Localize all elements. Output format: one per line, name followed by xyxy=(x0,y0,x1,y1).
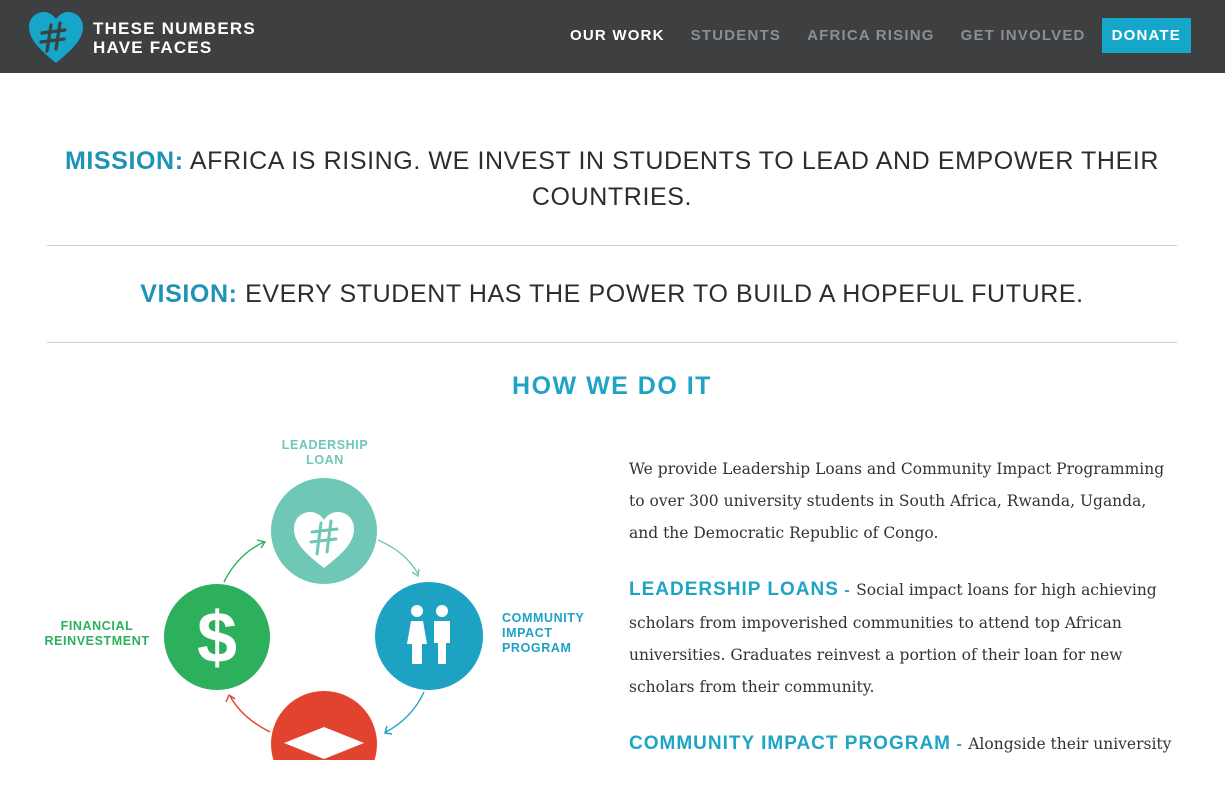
graduation-cap-circle-icon xyxy=(271,691,377,760)
vision-text: EVERY STUDENT HAS THE POWER TO BUILD A H… xyxy=(245,280,1084,308)
arrow-icon xyxy=(377,539,419,575)
svg-text:$: $ xyxy=(197,598,237,678)
divider xyxy=(47,342,1177,343)
separator: - xyxy=(951,736,969,753)
nav-get-involved[interactable]: GET INVOLVED xyxy=(961,27,1086,44)
heart-hashtag-logo-icon xyxy=(29,12,83,63)
brand-line-1: THESE NUMBERS xyxy=(93,19,256,38)
community-impact-heading: COMMUNITY IMPACT PROGRAM xyxy=(629,733,952,754)
community-impact-paragraph: COMMUNITY IMPACT PROGRAM - Alongside the… xyxy=(629,728,1177,761)
people-circle-icon xyxy=(375,582,483,690)
vision-statement: VISION: EVERY STUDENT HAS THE POWER TO B… xyxy=(47,276,1177,312)
nav-our-work[interactable]: OUR WORK xyxy=(570,27,665,44)
community-impact-text: Alongside their university xyxy=(968,735,1172,753)
cycle-diagram: LEADERSHIP LOAN COMMUNITY IMPACT PROGRAM… xyxy=(40,430,600,760)
brand-name: THESE NUMBERS HAVE FACES xyxy=(93,19,256,57)
arrow-icon xyxy=(385,691,425,733)
heart-hashtag-circle-icon xyxy=(271,478,377,584)
intro-paragraph: We provide Leadership Loans and Communit… xyxy=(629,460,1165,542)
leadership-loans-heading: LEADERSHIP LOANS xyxy=(629,579,839,600)
nav-students[interactable]: STUDENTS xyxy=(691,27,781,44)
dollar-circle-icon: $ xyxy=(164,584,270,690)
brand-line-2: HAVE FACES xyxy=(93,38,213,57)
arrow-icon xyxy=(223,541,265,583)
main-nav: OUR WORK STUDENTS AFRICA RISING GET INVO… xyxy=(544,18,1191,53)
top-navigation-bar: THESE NUMBERS HAVE FACES OUR WORK STUDEN… xyxy=(0,0,1225,73)
how-we-do-it-text: We provide Leadership Loans and Communit… xyxy=(629,453,1177,786)
arrow-icon xyxy=(229,695,271,733)
donate-button[interactable]: DONATE xyxy=(1101,18,1191,53)
cycle-graphic: $ xyxy=(164,478,483,760)
logo-link[interactable]: THESE NUMBERS HAVE FACES xyxy=(27,11,256,65)
vision-lead: VISION: xyxy=(140,280,238,308)
nav-africa-rising[interactable]: AFRICA RISING xyxy=(807,27,935,44)
mission-statement: MISSION: AFRICA IS RISING. WE INVEST IN … xyxy=(47,143,1177,215)
divider xyxy=(47,245,1177,246)
mission-lead: MISSION: xyxy=(64,147,184,175)
separator: - xyxy=(838,582,857,599)
leadership-loans-paragraph: LEADERSHIP LOANS - Social impact loans f… xyxy=(629,574,1177,703)
mission-text: AFRICA IS RISING. WE INVEST IN STUDENTS … xyxy=(189,147,1160,211)
how-we-do-it-heading: HOW WE DO IT xyxy=(512,372,712,400)
